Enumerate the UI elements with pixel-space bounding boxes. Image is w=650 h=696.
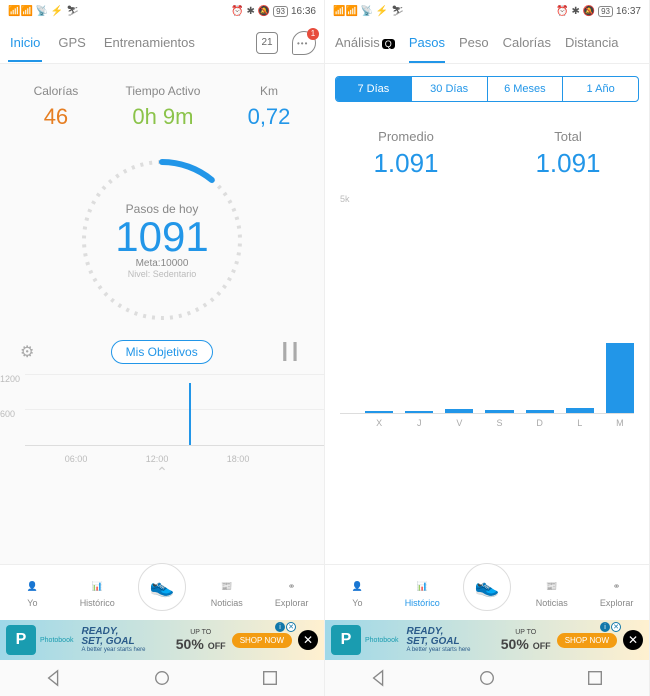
- bottom-nav: 👤Yo 📊Histórico 👟 📰Noticias ⚭Explorar: [325, 564, 649, 620]
- range-30d[interactable]: 30 Días: [412, 77, 488, 101]
- range-6m[interactable]: 6 Meses: [488, 77, 564, 101]
- ad-banner[interactable]: P Photobook READY, SET, GOAL A better ye…: [0, 620, 324, 660]
- total: Total 1.091: [535, 129, 600, 179]
- shoe-icon: 👟: [138, 563, 186, 611]
- gear-icon[interactable]: ⚙: [20, 342, 40, 362]
- status-left: 📶📶 📡 ⚡ ⛷: [8, 6, 79, 17]
- status-bar: 📶📶 📡 ⚡ ⛷ ⏰ ✱ 🔕 93 16:36: [0, 0, 324, 22]
- nav-yo[interactable]: 👤Yo: [325, 565, 390, 620]
- top-tabs: Inicio GPS Entrenamientos 21 •••1: [0, 22, 324, 64]
- tab-peso[interactable]: Peso: [459, 35, 489, 50]
- recent-icon[interactable]: [586, 669, 604, 687]
- home-icon[interactable]: [153, 669, 171, 687]
- system-nav: [0, 660, 324, 696]
- ad-close-icon[interactable]: ✕: [623, 630, 643, 650]
- home-icon[interactable]: [478, 669, 496, 687]
- screen-pasos: 📶📶 📡 ⚡ ⛷ ⏰ ✱ 🔕 93 16:37 AnálisisQ Pasos …: [325, 0, 650, 696]
- recent-icon[interactable]: [261, 669, 279, 687]
- status-bar: 📶📶 📡 ⚡ ⛷ ⏰ ✱ 🔕 93 16:37: [325, 0, 649, 22]
- nav-explorar[interactable]: ⚭Explorar: [259, 565, 324, 620]
- stat-tiempo: Tiempo Activo 0h 9m: [125, 84, 200, 130]
- nav-noticias[interactable]: 📰Noticias: [194, 565, 259, 620]
- shoe-icon: 👟: [463, 563, 511, 611]
- person-icon: 👤: [22, 578, 42, 596]
- content-left: Calorías 46 Tiempo Activo 0h 9m Km 0,72 …: [0, 64, 324, 564]
- chat-icon[interactable]: •••1: [292, 31, 316, 55]
- ad-shop-button[interactable]: SHOP NOW: [232, 633, 292, 648]
- ad-close-icon[interactable]: ✕: [298, 630, 318, 650]
- hourly-bar: [189, 383, 191, 445]
- ad-shop-button[interactable]: SHOP NOW: [557, 633, 617, 648]
- week-bar: [606, 343, 634, 413]
- ad-banner[interactable]: P Photobook READY,SET, GOAL A better yea…: [325, 620, 649, 660]
- calendar-icon[interactable]: 21: [256, 32, 278, 54]
- week-chart: 5k XJVSDLM: [325, 194, 649, 564]
- analysis-tabs: AnálisisQ Pasos Peso Calorías Distancia: [325, 22, 649, 64]
- explore-icon: ⚭: [282, 578, 302, 596]
- pause-icon[interactable]: ▎▎: [283, 342, 304, 362]
- bars-icon: 📊: [412, 578, 432, 596]
- explore-icon: ⚭: [607, 578, 627, 596]
- nav-explorar[interactable]: ⚭Explorar: [584, 565, 649, 620]
- promedio: Promedio 1.091: [373, 129, 438, 179]
- ad-logo-icon: P: [6, 625, 36, 655]
- range-1y[interactable]: 1 Año: [563, 77, 638, 101]
- bottom-nav: 👤Yo 📊Histórico 👟 📰Noticias ⚭Explorar: [0, 564, 324, 620]
- range-tabs: 7 Días 30 Días 6 Meses 1 Año: [335, 76, 639, 102]
- steps-value: 1091: [115, 216, 208, 258]
- news-icon: 📰: [542, 578, 562, 596]
- week-bar: [485, 410, 513, 413]
- nav-yo[interactable]: 👤Yo: [0, 565, 65, 620]
- avg-total: Promedio 1.091 Total 1.091: [325, 114, 649, 194]
- nav-center[interactable]: 👟: [455, 565, 520, 620]
- tab-pasos[interactable]: Pasos: [409, 35, 445, 63]
- nav-noticias[interactable]: 📰Noticias: [519, 565, 584, 620]
- controls-row: ⚙ Mis Objetivos ▎▎: [0, 340, 324, 374]
- steps-nivel: Nivel: Sedentario: [128, 269, 197, 279]
- stat-km: Km 0,72: [248, 84, 291, 130]
- week-labels: XJVSDLM: [340, 418, 634, 428]
- tab-analisis[interactable]: AnálisisQ: [335, 35, 395, 50]
- tab-entrenamientos[interactable]: Entrenamientos: [102, 35, 197, 50]
- bars-icon: 📊: [87, 578, 107, 596]
- objectives-button[interactable]: Mis Objetivos: [111, 340, 213, 364]
- back-icon[interactable]: [370, 669, 388, 687]
- screen-inicio: 📶📶 📡 ⚡ ⛷ ⏰ ✱ 🔕 93 16:36 Inicio GPS Entre…: [0, 0, 325, 696]
- system-nav: [325, 660, 649, 696]
- tab-distancia[interactable]: Distancia: [565, 35, 618, 50]
- ad-logo-icon: P: [331, 625, 361, 655]
- stats-row: Calorías 46 Tiempo Activo 0h 9m Km 0,72: [0, 64, 324, 140]
- person-icon: 👤: [347, 578, 367, 596]
- nav-center[interactable]: 👟: [130, 565, 195, 620]
- nav-historico[interactable]: 📊Histórico: [390, 565, 455, 620]
- week-bar: [566, 408, 594, 413]
- week-bar: [526, 410, 554, 413]
- steps-meta: Meta:10000: [136, 258, 189, 269]
- week-bar: [445, 409, 473, 413]
- news-icon: 📰: [217, 578, 237, 596]
- chat-badge: 1: [307, 28, 319, 40]
- back-icon[interactable]: [45, 669, 63, 687]
- week-bar: [365, 411, 393, 413]
- tab-gps[interactable]: GPS: [56, 35, 87, 50]
- stat-calorias: Calorías 46: [34, 84, 79, 130]
- week-bar: [405, 411, 433, 413]
- tab-inicio[interactable]: Inicio: [8, 35, 42, 62]
- content-right: 7 Días 30 Días 6 Meses 1 Año Promedio 1.…: [325, 64, 649, 564]
- hourly-chart: 1200 600 06:00 12:00 18:00: [0, 374, 324, 464]
- tab-calorias[interactable]: Calorías: [503, 35, 551, 50]
- nav-historico[interactable]: 📊Histórico: [65, 565, 130, 620]
- status-right: ⏰ ✱ 🔕 93 16:36: [231, 6, 316, 17]
- gauge: Pasos de hoy 1091 Meta:10000 Nivel: Sede…: [0, 140, 324, 340]
- range-7d[interactable]: 7 Días: [336, 77, 412, 101]
